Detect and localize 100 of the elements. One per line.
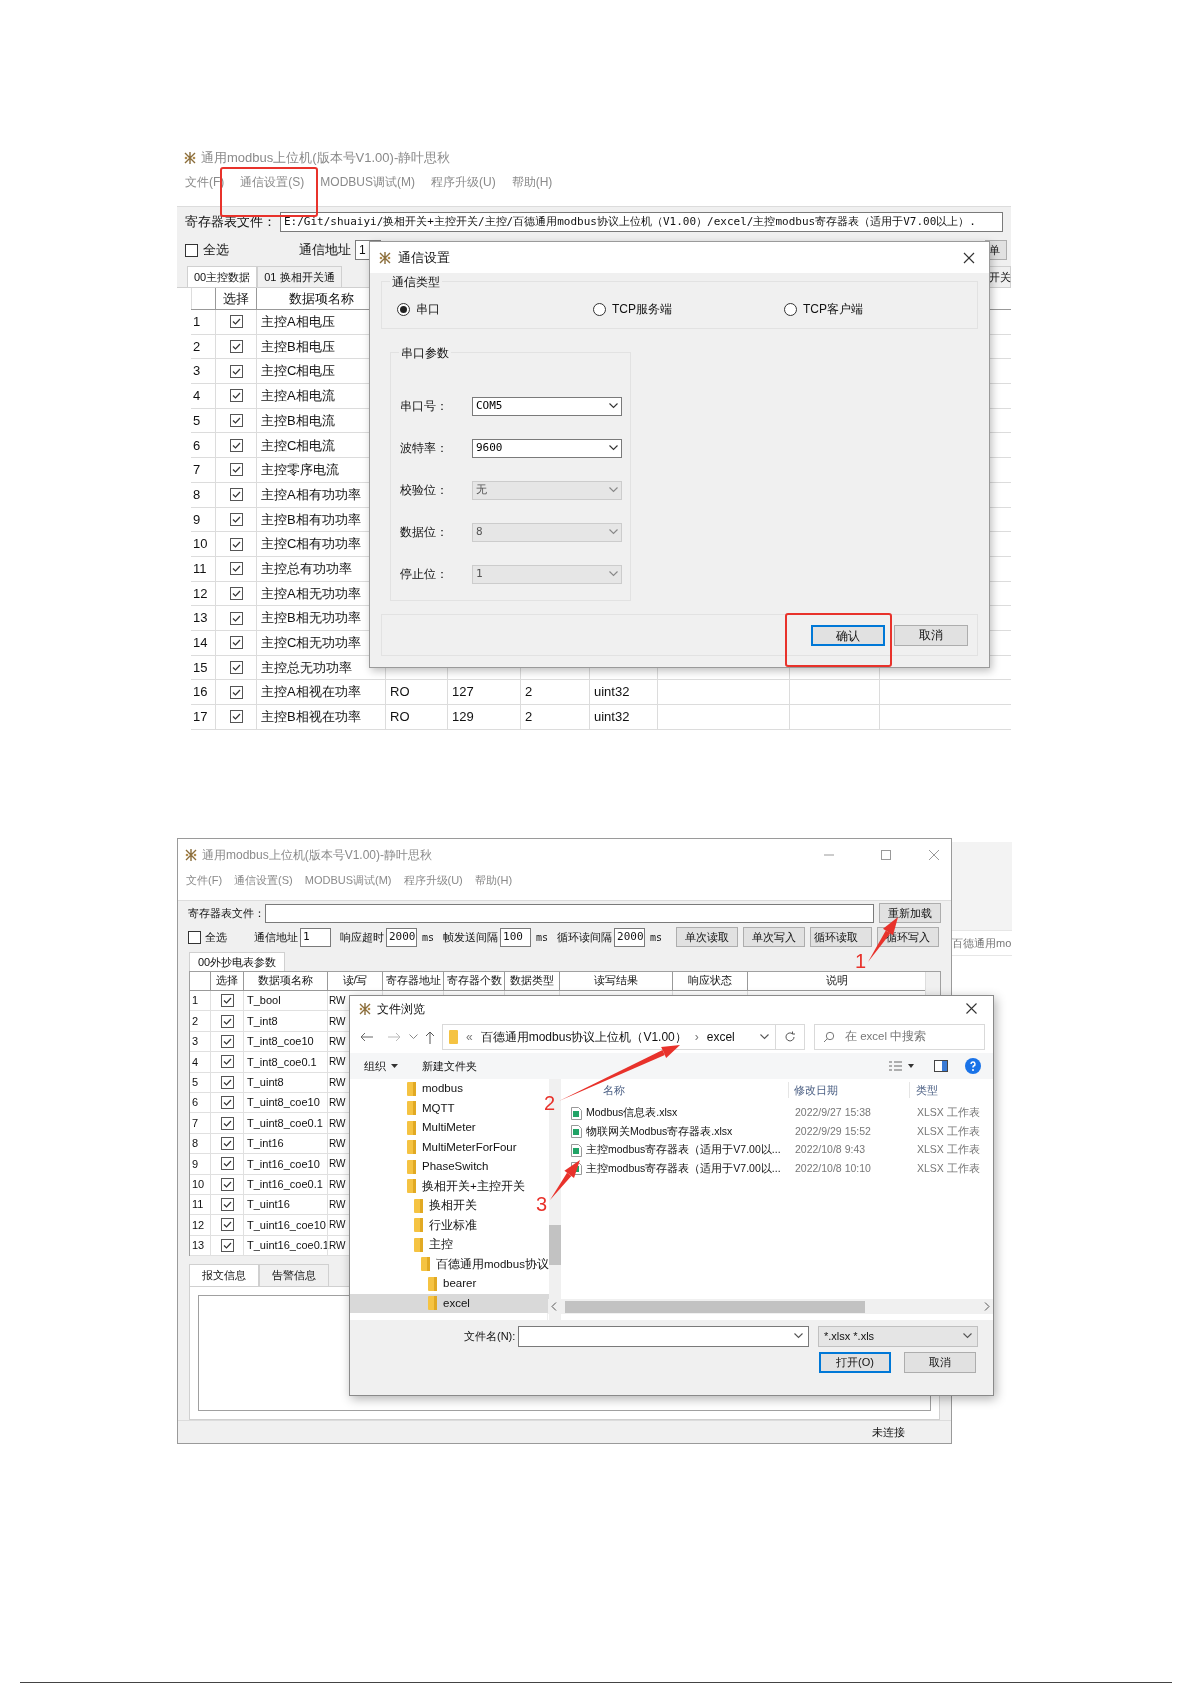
checkbox[interactable] — [220, 1218, 234, 1232]
new-folder-button[interactable]: 新建文件夹 — [422, 1057, 477, 1075]
tab[interactable]: 00主控数据 — [187, 266, 258, 287]
checkbox[interactable] — [220, 1055, 234, 1069]
checkbox[interactable] — [229, 315, 243, 329]
folder-tree-item[interactable]: 主控 — [350, 1235, 549, 1255]
folder-tree-item[interactable]: 百德通用modbus协议 — [350, 1254, 549, 1274]
organize-menu[interactable]: 组织 — [364, 1057, 398, 1075]
dialog-button[interactable]: 取消 — [904, 1351, 976, 1373]
checkbox[interactable] — [229, 340, 243, 354]
menu-item[interactable]: 文件(F) — [186, 871, 223, 889]
number-field[interactable]: 2000 — [614, 927, 646, 947]
number-field[interactable]: 100 — [500, 927, 532, 947]
checkbox[interactable] — [229, 364, 243, 378]
folder-tree-item[interactable]: MultiMeterForFour — [350, 1137, 549, 1157]
checkbox[interactable] — [229, 463, 243, 477]
file-path-field[interactable]: E:/Git/shuaiyi/换相开关+主控开关/主控/百德通用modbus协议上位机（V1.00）/excel/主控modbus寄存器表（适用于V7.00以上）. — [280, 212, 1003, 232]
folder-tree-item[interactable]: PhaseSwitch — [350, 1157, 549, 1177]
tab[interactable]: 01 换相开关通 — [257, 266, 342, 287]
help-icon[interactable] — [965, 1058, 981, 1074]
tab[interactable]: 告警信息 — [259, 1264, 329, 1286]
menu-item[interactable]: MODBUS调试(M) — [320, 173, 415, 191]
folder-tree-item[interactable]: MultiMeter — [350, 1118, 549, 1138]
checkbox[interactable] — [229, 586, 243, 600]
dialog-button[interactable]: 取消 — [894, 624, 968, 646]
search-field[interactable]: 在 excel 中搜索 — [814, 1024, 985, 1050]
checkbox[interactable] — [229, 660, 243, 674]
folder-tree-item[interactable]: 行业标准 — [350, 1215, 549, 1235]
dialog-button[interactable]: 打开(O) — [819, 1351, 891, 1373]
up-arrow-icon[interactable] — [425, 1030, 435, 1044]
back-arrow-icon[interactable] — [360, 1032, 374, 1042]
checkbox[interactable] — [220, 1096, 234, 1110]
file-name[interactable]: 主控modbus寄存器表（适用于V7.00以... — [586, 1142, 795, 1159]
column-header[interactable]: 类型 — [909, 1081, 938, 1099]
file-name[interactable]: Modbus信息表.xlsx — [586, 1105, 795, 1122]
checkbox[interactable] — [229, 512, 243, 526]
reload-button[interactable]: 重新加载 — [879, 903, 941, 923]
column-header[interactable]: 名称 — [603, 1081, 788, 1099]
menu-item[interactable]: 帮助(H) — [474, 871, 513, 889]
checkbox[interactable] — [185, 243, 198, 257]
checkbox[interactable] — [220, 1177, 234, 1191]
maximize-icon[interactable] — [881, 850, 891, 860]
dropdown-field[interactable]: 9600 — [472, 438, 622, 458]
checkbox[interactable] — [229, 488, 243, 502]
checkbox[interactable] — [229, 562, 243, 576]
folder-tree-item[interactable]: 换相开关+主控开关 — [350, 1176, 549, 1196]
refresh-icon[interactable] — [784, 1031, 796, 1043]
menu-item[interactable]: 程序升级(U) — [431, 173, 496, 191]
preview-pane-icon[interactable] — [934, 1060, 948, 1072]
checkbox[interactable] — [220, 1014, 234, 1028]
checkbox[interactable] — [188, 930, 201, 944]
action-button[interactable]: 单次读取 — [676, 927, 739, 947]
file-name-field[interactable] — [518, 1325, 809, 1347]
checkbox[interactable] — [220, 1157, 234, 1171]
dropdown-field[interactable]: COM5 — [472, 396, 622, 416]
action-button[interactable]: 单次写入 — [743, 927, 806, 947]
checkbox[interactable] — [220, 994, 234, 1008]
radio-button[interactable] — [784, 302, 797, 316]
horizontal-scroll-thumb[interactable] — [565, 1300, 865, 1313]
close-icon[interactable] — [963, 251, 975, 264]
number-field[interactable]: 2000 — [386, 927, 417, 947]
address-bar[interactable]: « 百德通用modbus协议上位机（V1.00） › excel — [442, 1024, 776, 1050]
chevron-down-icon — [609, 445, 618, 451]
file-name[interactable]: 主控modbus寄存器表（适用于V7.00以... — [586, 1160, 795, 1177]
checkbox[interactable] — [220, 1198, 234, 1212]
row-number: 11 — [191, 1197, 205, 1213]
column-header[interactable]: 修改日期 — [788, 1081, 909, 1099]
menu-item[interactable]: 程序升级(U) — [403, 871, 463, 889]
checkbox[interactable] — [229, 710, 243, 724]
radio-button[interactable] — [593, 302, 606, 316]
checkbox[interactable] — [229, 611, 243, 625]
checkbox[interactable] — [229, 537, 243, 551]
number-field[interactable]: 1 — [300, 927, 331, 947]
checkbox[interactable] — [220, 1116, 234, 1130]
close-icon[interactable] — [966, 1003, 977, 1014]
checkbox[interactable] — [229, 685, 243, 699]
checkbox[interactable] — [229, 438, 243, 452]
menu-item[interactable]: MODBUS调试(M) — [304, 871, 392, 889]
chevron-down-icon[interactable] — [409, 1034, 418, 1040]
tab[interactable]: 00外抄电表参数 — [189, 952, 286, 971]
file-type-dropdown[interactable]: *.xlsx *.xls — [818, 1325, 978, 1347]
action-button[interactable]: 循环读取 — [810, 927, 873, 947]
dialog-button[interactable]: 确认 — [811, 624, 885, 646]
menu-item[interactable]: 帮助(H) — [511, 173, 553, 191]
menu-item[interactable]: 通信设置(S) — [240, 173, 305, 191]
file-name[interactable]: 物联网关Modbus寄存器表.xlsx — [586, 1123, 795, 1140]
file-path-field[interactable] — [265, 903, 874, 923]
checkbox[interactable] — [220, 1075, 234, 1089]
checkbox[interactable] — [229, 389, 243, 403]
radio-button[interactable] — [397, 302, 410, 316]
view-options-icon[interactable] — [888, 1060, 914, 1072]
folder-tree-item[interactable]: excel — [350, 1293, 549, 1313]
checkbox[interactable] — [220, 1238, 234, 1252]
checkbox[interactable] — [220, 1034, 234, 1048]
folder-tree-item[interactable]: bearer — [350, 1274, 549, 1294]
checkbox[interactable] — [229, 414, 243, 428]
menu-item[interactable]: 通信设置(S) — [234, 871, 293, 889]
checkbox[interactable] — [220, 1136, 234, 1150]
checkbox[interactable] — [229, 636, 243, 650]
tab[interactable]: 报文信息 — [189, 1264, 259, 1286]
